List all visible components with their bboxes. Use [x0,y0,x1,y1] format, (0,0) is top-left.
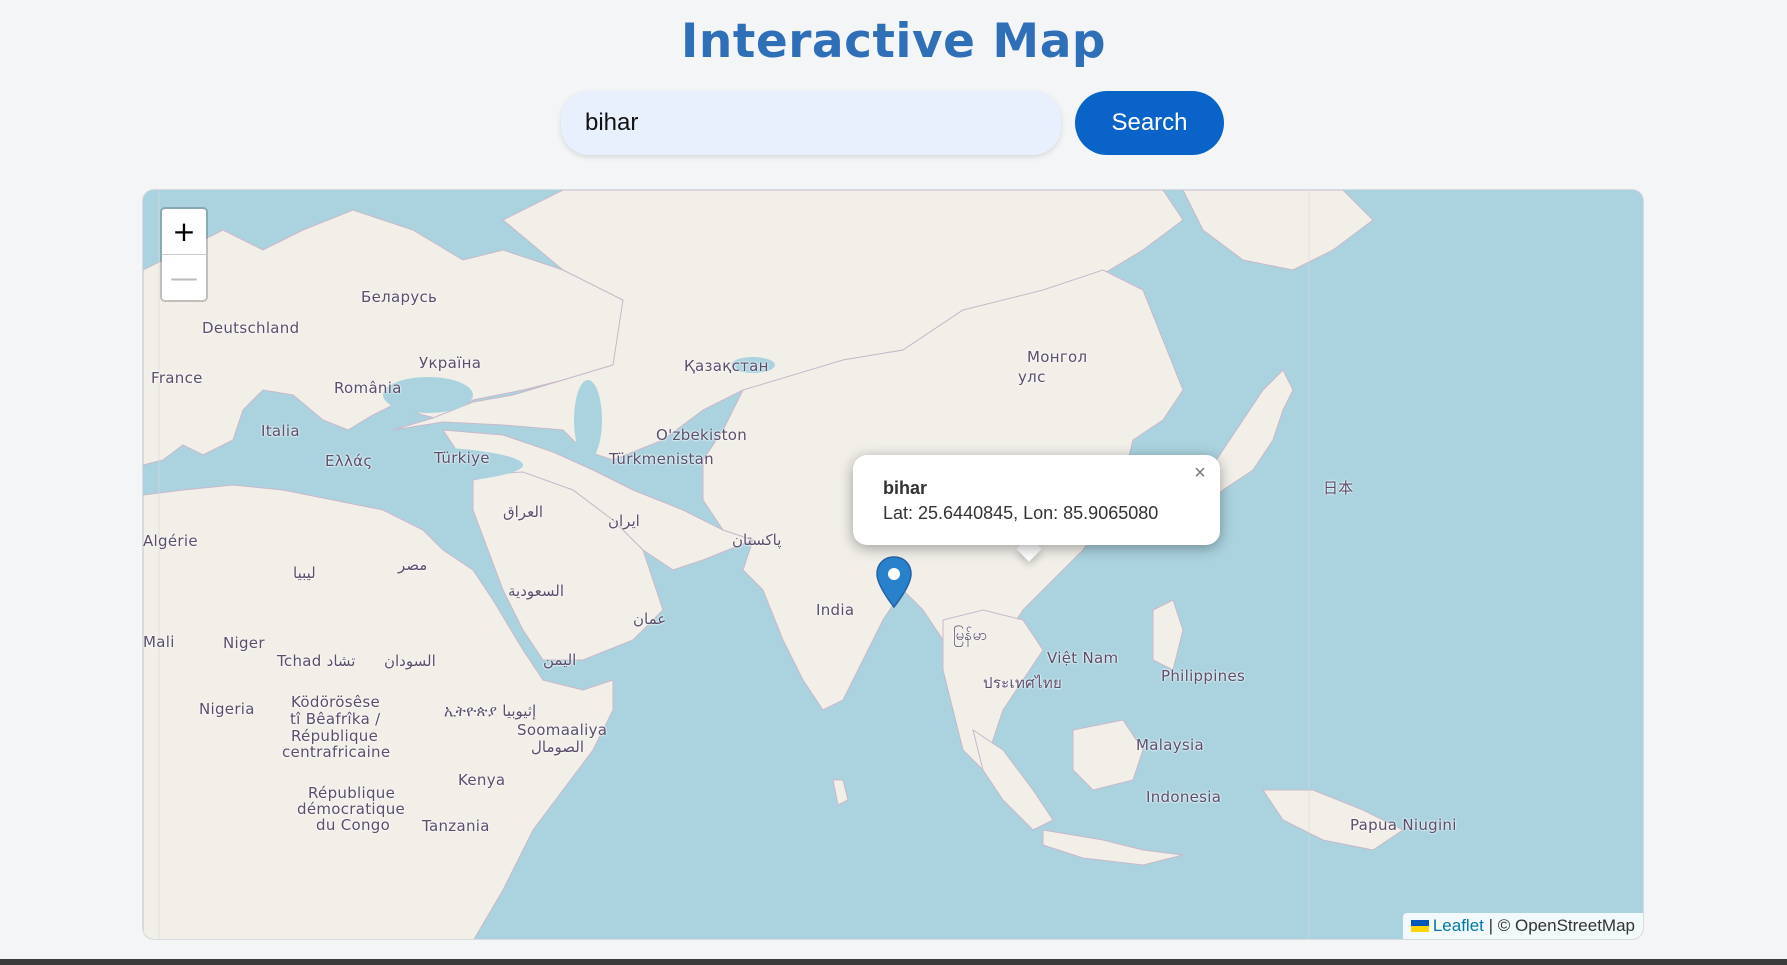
map-place-label: Nigeria [199,700,255,718]
attribution-text: | © OpenStreetMap [1483,916,1635,935]
map-place-label: Беларусь [361,288,438,306]
zoom-out-button[interactable]: — [162,255,206,300]
map-place-label: Україна [419,354,482,372]
map-place-label: România [334,379,402,397]
map-place-label: Türkmenistan [609,450,714,468]
map-place-label: اليمن [543,651,577,669]
search-button[interactable]: Search [1075,91,1224,155]
map-place-label: ประเทศไทย [983,674,1063,692]
map-place-label: عمان [633,610,667,628]
popup-title: bihar [883,478,928,498]
location-marker-icon[interactable] [875,556,913,613]
map-place-label: du Congo [316,816,391,834]
map-place-label: Tanzania [422,817,490,835]
leaflet-link[interactable]: Leaflet [1433,916,1484,935]
ukraine-flag-icon [1410,920,1429,932]
map-place-label: O'zbekiston [656,426,748,444]
map-place-label: Niger [223,634,265,652]
map-place-label: السودان [384,652,436,670]
map-place-label: السعودية [508,582,565,600]
map-place-label: centrafricaine [282,743,391,761]
map-place-label: Kenya [458,771,506,789]
map-place-label: Malaysia [1136,736,1204,754]
map-place-label: ایران [608,512,640,530]
map-place-label: улс [1018,368,1046,386]
map-place-label: Mali [143,633,175,651]
map-place-label: tî Bêafrîka / [290,710,381,728]
map-place-label: پاکستان [732,531,782,549]
map-place-label: Deutschland [202,319,300,337]
map-container[interactable]: Беларусь Deutschland Україна France România I… [142,189,1644,940]
map-place-label: Papua Niugini [1350,816,1457,834]
map-place-label: ليبيا [293,564,316,582]
map-place-label: Tchad تشاد [277,652,356,670]
map-place-label: မြန်မာ [953,626,988,644]
footer-bar [0,959,1787,965]
map-place-label: Türkiye [434,449,490,467]
map-place-label: مصر [398,556,428,574]
map-place-label: الصومال [531,738,584,756]
popup-coordinates: Lat: 25.6440845, Lon: 85.9065080 [883,503,1159,523]
map-place-label: France [151,369,203,387]
map-place-label: 日本 [1323,479,1354,497]
map-place-label: Ελλάς [325,452,373,470]
map-place-label: India [816,601,855,619]
map-popup: bihar Lat: 25.6440845, Lon: 85.9065080 × [853,455,1220,545]
map-place-label: Soomaaliya [517,721,608,739]
page-title: Interactive Map [680,14,1107,69]
map-place-label: ኢትዮጵያ إثيوبيا [444,702,537,720]
zoom-in-button[interactable]: + [162,209,206,255]
map-place-label: Việt Nam [1047,649,1119,667]
map-place-label: Indonesia [1146,788,1222,806]
search-input[interactable] [561,91,1061,155]
map-place-label: Italia [261,422,300,440]
map-place-label: العراق [503,503,544,521]
map-place-label: Ködörösêse [291,693,381,711]
map-place-label: Algérie [143,532,198,550]
zoom-control: + — [160,207,208,302]
map-attribution: Leaflet | © OpenStreetMap [1402,913,1643,939]
map-place-label: Philippines [1161,667,1246,685]
map-place-label: Монгол [1027,348,1088,366]
popup-close-button[interactable]: × [1190,463,1210,483]
map-place-label: Қазақстан [684,357,769,375]
